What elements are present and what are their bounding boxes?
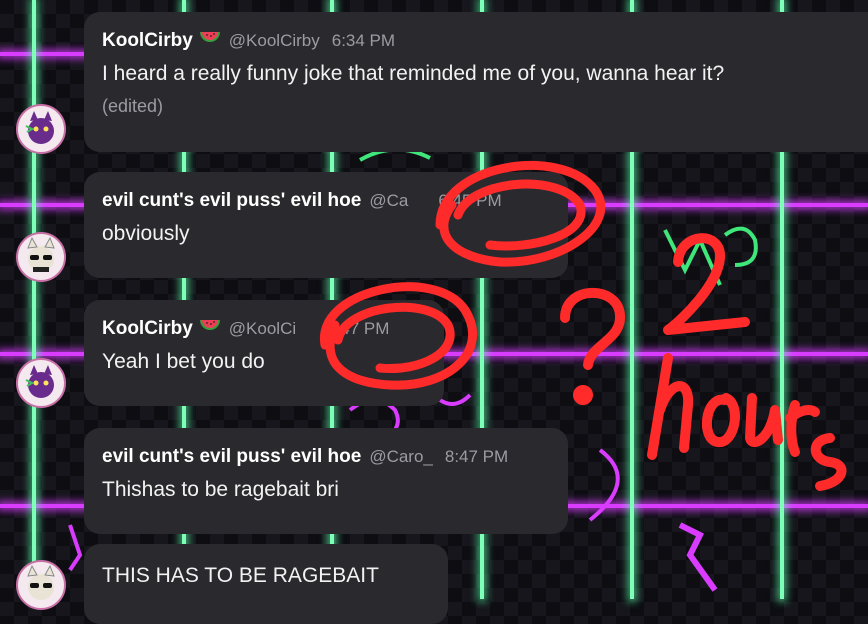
avatar-caro[interactable] bbox=[16, 560, 66, 610]
author-handle[interactable]: @KoolCirby bbox=[229, 31, 320, 51]
message-text: I heard a really funny joke that reminde… bbox=[102, 62, 725, 85]
message-text: Thishas to be ragebait bri bbox=[102, 478, 339, 501]
message-header: KoolCirby @KoolCirby 6:34 PM bbox=[102, 30, 866, 52]
neon-line-vertical bbox=[32, 0, 36, 599]
sunglasses-cat-icon bbox=[27, 236, 55, 272]
watermelon-icon bbox=[199, 320, 220, 330]
two-hours-doodle bbox=[647, 233, 847, 491]
watermelon-icon bbox=[199, 32, 220, 42]
author-handle[interactable]: @Ca bbox=[369, 191, 408, 211]
message-bubble[interactable]: evil cunt's evil puss' evil hoe @Ca 6:45… bbox=[84, 172, 568, 278]
message-bubble[interactable]: evil cunt's evil puss' evil hoe @Caro_ 8… bbox=[84, 428, 568, 534]
message-bubble[interactable]: KoolCirby @KoolCirby 6:34 PM I heard a r… bbox=[84, 12, 868, 152]
message-timestamp: 8:47 PM bbox=[444, 447, 509, 466]
message-timestamp: 8:47 PM bbox=[326, 319, 390, 338]
edited-label: (edited) bbox=[102, 96, 164, 116]
message-header: evil cunt's evil puss' evil hoe @Caro_ 8… bbox=[102, 446, 550, 468]
author-handle[interactable]: @Caro_ bbox=[369, 447, 433, 467]
avatar-koolcirby[interactable] bbox=[16, 104, 66, 154]
message-bubble[interactable]: THIS HAS TO BE RAGEBAIT bbox=[84, 544, 448, 624]
author-name[interactable]: evil cunt's evil puss' evil hoe bbox=[102, 190, 361, 212]
message-timestamp: 6:45 PM bbox=[438, 191, 502, 210]
message-bubble[interactable]: KoolCirby @KoolCi 8:47 PM Yeah I bet you… bbox=[84, 300, 444, 406]
author-name[interactable]: evil cunt's evil puss' evil hoe bbox=[102, 446, 361, 468]
message-header: evil cunt's evil puss' evil hoe @Ca 6:45… bbox=[102, 190, 550, 212]
avatar-caro[interactable] bbox=[16, 232, 66, 282]
question-mark-doodle bbox=[560, 287, 625, 405]
message-text: obviously bbox=[102, 222, 190, 245]
message-header: KoolCirby @KoolCi 8:47 PM bbox=[102, 318, 426, 340]
author-name[interactable]: KoolCirby bbox=[102, 318, 193, 340]
message-text: Yeah I bet you do bbox=[102, 350, 265, 373]
author-handle[interactable]: @KoolCi bbox=[229, 319, 296, 339]
message-text: THIS HAS TO BE RAGEBAIT bbox=[102, 564, 379, 587]
purple-cat-icon bbox=[25, 111, 54, 144]
avatar-koolcirby[interactable] bbox=[16, 358, 66, 408]
sunglasses-cat-icon bbox=[27, 564, 55, 600]
author-name[interactable]: KoolCirby bbox=[102, 30, 193, 52]
message-timestamp: 6:34 PM bbox=[331, 31, 396, 50]
purple-cat-icon bbox=[25, 365, 54, 398]
